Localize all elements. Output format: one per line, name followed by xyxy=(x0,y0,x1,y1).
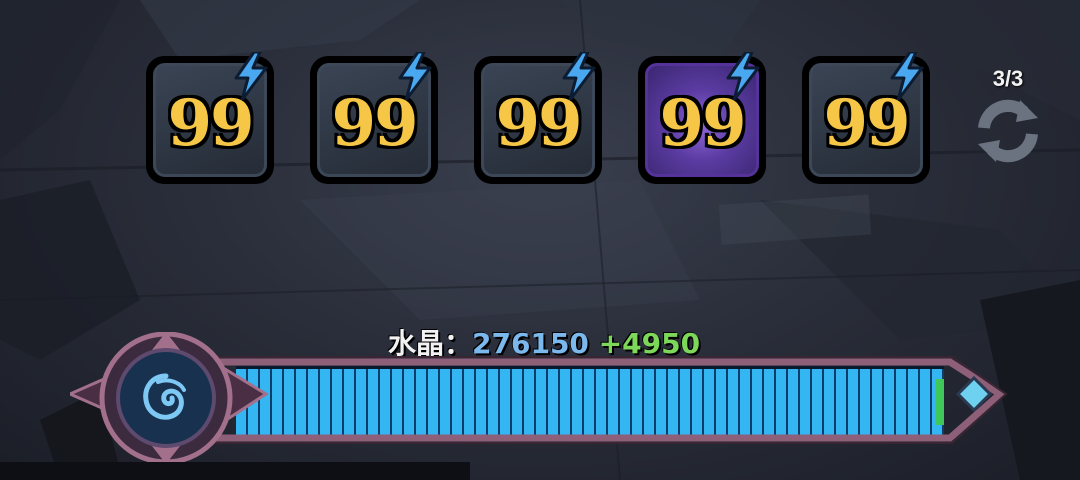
energy-card-frame: 99 xyxy=(317,52,432,177)
refresh-count: 3/3 xyxy=(992,66,1024,91)
bottom-panel-edge xyxy=(0,462,470,480)
progress-bar-frame xyxy=(70,332,1008,465)
lightning-icon xyxy=(562,52,596,100)
energy-card-frame: 99 xyxy=(153,52,268,177)
lightning-icon xyxy=(234,52,268,100)
energy-card-frame: 99 xyxy=(481,52,596,177)
water-element-icon xyxy=(143,373,186,420)
energy-card-2[interactable]: 99 xyxy=(310,52,438,184)
energy-card-frame: 99 xyxy=(809,52,924,177)
energy-card-1[interactable]: 99 xyxy=(146,52,274,184)
energy-card-4-selected[interactable]: 99 xyxy=(638,52,766,184)
refresh-icon[interactable] xyxy=(964,96,1052,166)
energy-card-5[interactable]: 99 xyxy=(802,52,930,184)
lightning-icon xyxy=(726,52,760,100)
energy-card-frame: 99 xyxy=(645,52,760,177)
energy-card-3[interactable]: 99 xyxy=(474,52,602,184)
lightning-icon xyxy=(890,52,924,100)
lightning-icon xyxy=(398,52,432,100)
